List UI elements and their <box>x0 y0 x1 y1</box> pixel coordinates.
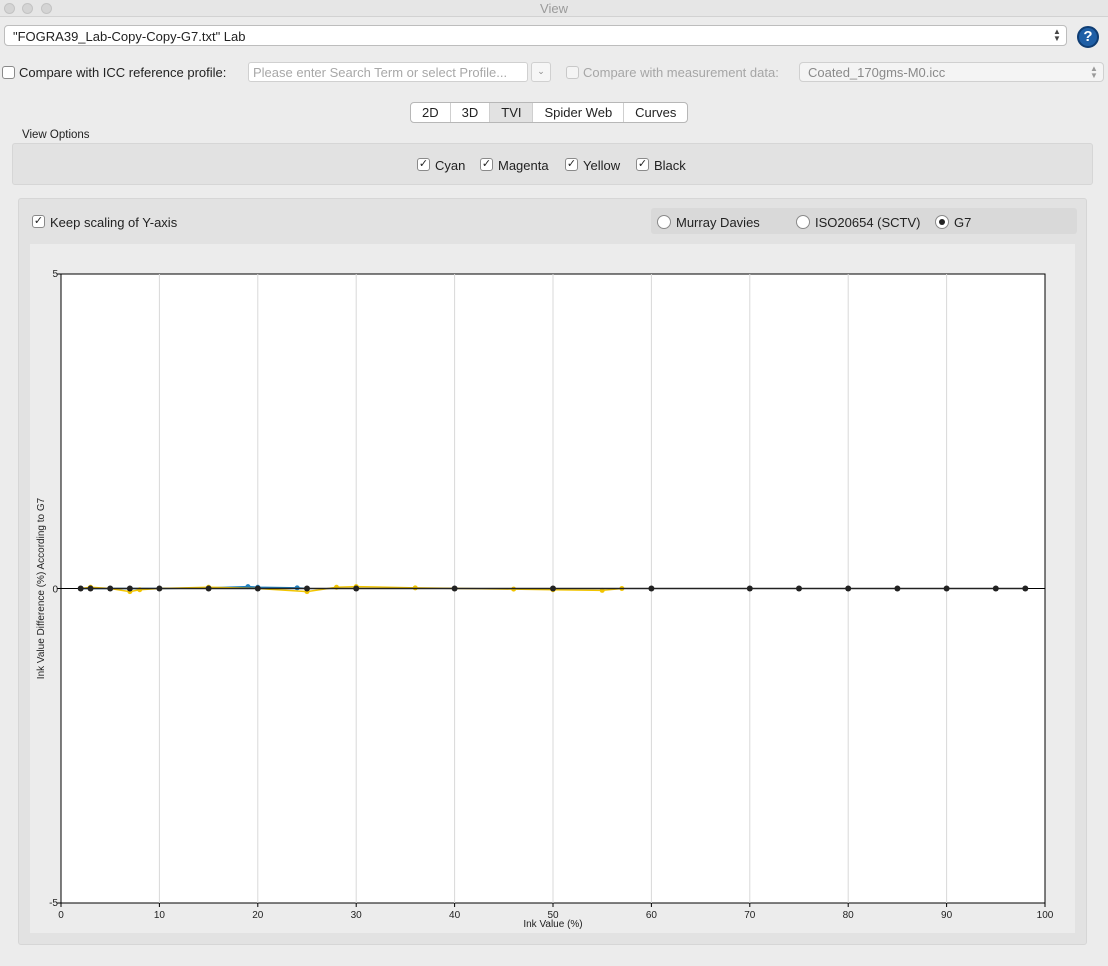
y-tick-label: 5 <box>52 269 58 280</box>
x-tick-label: 80 <box>843 910 855 921</box>
data-point-black <box>845 585 852 592</box>
y-tick-label: 0 <box>52 585 58 596</box>
data-point-black <box>648 585 655 592</box>
data-point-black <box>87 585 94 592</box>
data-point-black <box>746 585 753 592</box>
x-tick-label: 100 <box>1037 910 1054 921</box>
data-point-black <box>943 585 950 592</box>
data-point-black <box>1022 585 1029 592</box>
data-point-black <box>107 585 114 592</box>
data-point-black <box>894 585 901 592</box>
data-point-black <box>992 585 999 592</box>
tvi-chart: 0 10 20 30 40 50 60 70 80 90 100-505Ink Value (%)I… <box>36 269 1054 930</box>
x-tick-label: 20 <box>252 910 264 921</box>
y-tick-label: -5 <box>49 898 58 909</box>
data-point-black <box>304 585 310 592</box>
data-point-black <box>254 585 261 592</box>
x-tick-label: 40 <box>449 910 461 921</box>
data-point-black <box>205 585 212 592</box>
x-tick-label: 70 <box>744 910 756 921</box>
x-tick-label: 30 <box>351 910 363 921</box>
x-tick-label: 90 <box>941 910 953 921</box>
x-tick-label: 0 <box>58 910 64 921</box>
x-tick-label: 10 <box>154 910 166 921</box>
data-point-black <box>796 585 802 592</box>
data-point-black <box>156 585 163 592</box>
x-axis-title: Ink Value (%) <box>523 919 582 930</box>
x-tick-label: 60 <box>646 910 658 921</box>
data-point-black <box>353 585 360 592</box>
data-point-black <box>550 585 556 592</box>
data-point-black <box>77 585 84 592</box>
y-axis-title: Ink Value Difference (%) According to G7 <box>36 497 47 679</box>
data-point-black <box>126 585 133 592</box>
data-point-black <box>451 585 458 592</box>
